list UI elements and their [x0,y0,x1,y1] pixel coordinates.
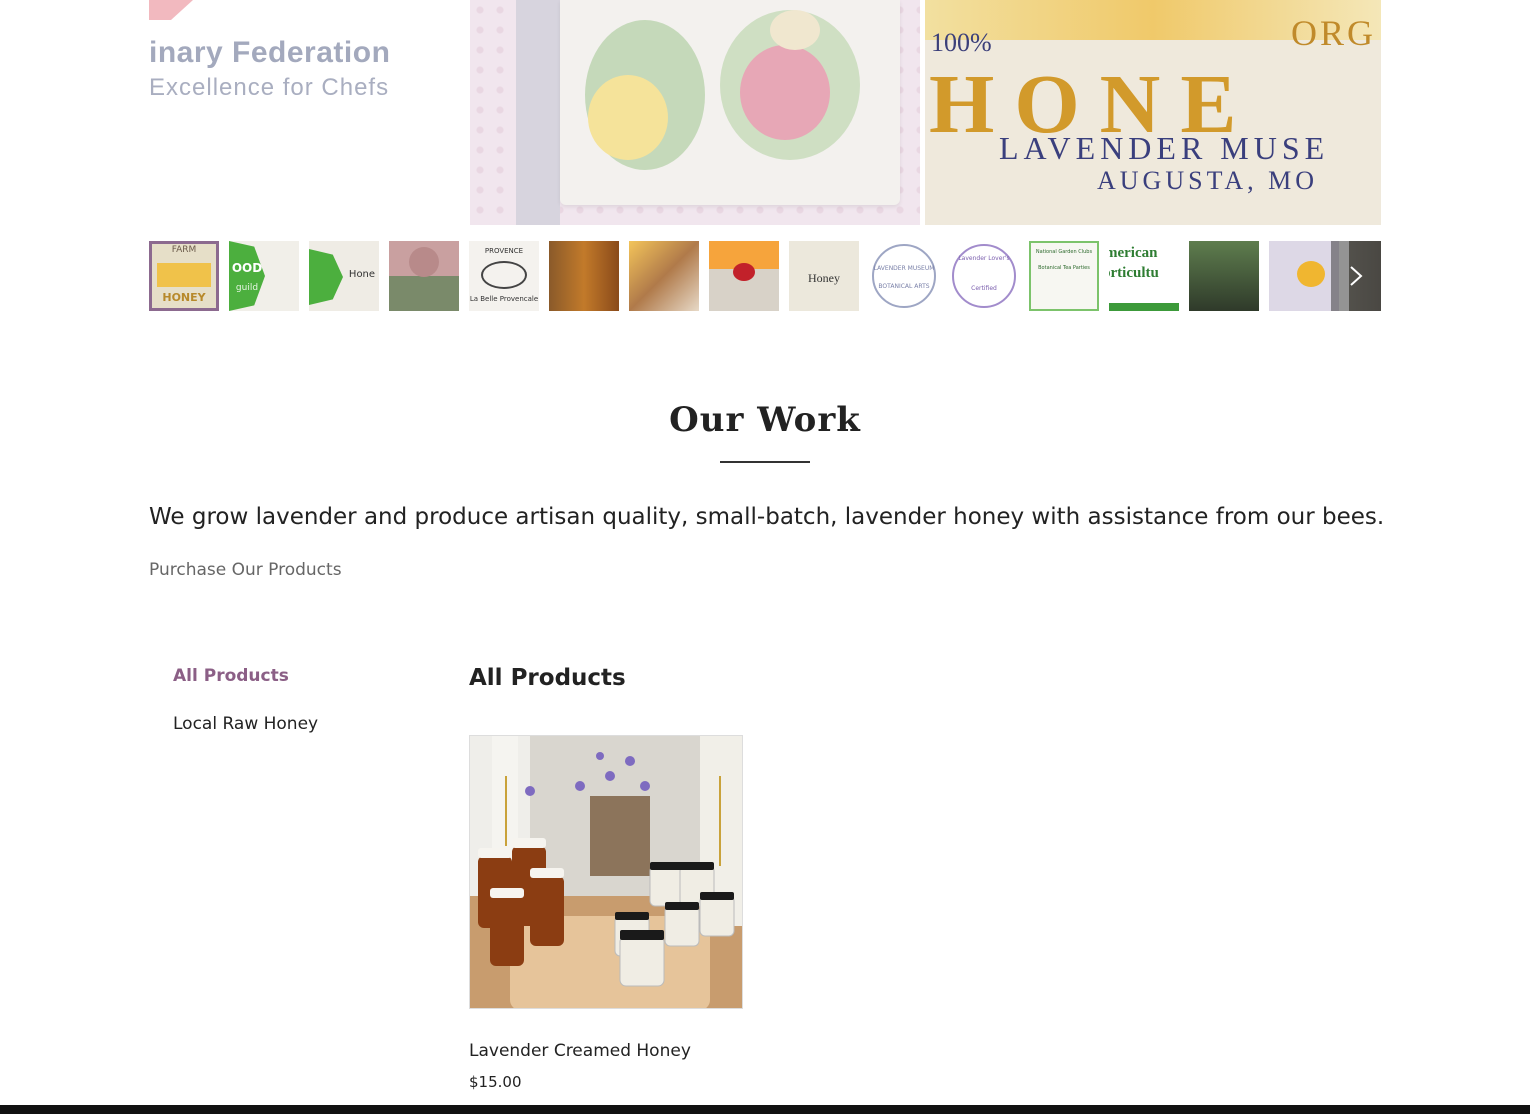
plate-flower-white [770,10,820,50]
thumbnail-next-button[interactable] [1331,241,1381,311]
plate-band [516,0,560,225]
thumbnail-label: Honey [808,271,840,285]
thumbnail-label: merican [1109,245,1158,261]
product-name[interactable]: Lavender Creamed Honey [469,1041,691,1061]
thumbnail-sub: Botanical Tea Parties [1038,265,1090,271]
thumbnail-label: Lavender Lover's [958,255,1010,262]
hero-slideshow: inary Federation Excellence for Chefs 10… [149,0,1381,225]
label-city: AUGUSTA, MO [1097,166,1319,195]
thumbnail-sub: guild [235,283,259,293]
thumbnail-13[interactable]: merican orticultu [1109,241,1179,311]
thumbnail-label: LAVENDER MUSEUM [873,265,935,272]
thumbnail-label: Hone [348,269,376,280]
logo-line-1: inary Federation [149,36,391,69]
thumbnail-10[interactable]: LAVENDER MUSEUM BOTANICAL ARTS [869,241,939,311]
lavender-lovers-seal-icon [952,244,1016,308]
thumbnail-label: PROVENCE [484,247,524,255]
product-price: $15.00 [469,1073,522,1091]
thumbnail-graphic [157,263,211,287]
thumbnail-sub: HONEY [162,291,206,304]
thumbnail-label: National Garden Clubs [1035,249,1093,255]
thumbnail-graphic [1109,303,1179,311]
thumbnail-sub: orticultu [1109,265,1159,281]
thumbnail-sub: La Belle Provencale [469,295,539,303]
label-organic: ORG [1291,13,1377,53]
thumbnail-graphic [409,247,439,277]
thumbnail-label: FARM [171,245,197,255]
thumbnail-11[interactable]: Lavender Lover's Certified [949,241,1019,311]
thumbnail-7[interactable] [629,241,699,311]
title-divider [720,461,810,463]
section-title: Our Work [669,400,861,440]
label-percent: 100% [931,28,992,57]
logo-ribbon [149,0,193,20]
category-local-raw-honey[interactable]: Local Raw Honey [173,714,318,734]
thumbnail-5[interactable]: PROVENCE La Belle Provencale [469,241,539,311]
thumbnail-4[interactable] [389,241,459,311]
product-image[interactable] [469,735,743,1009]
thumbnail-strip: FARM HONEY OOD guild Hone PROVENCE La Be… [149,241,1381,311]
thumbnail-9[interactable]: Honey [789,241,859,311]
thumbnail-1[interactable]: FARM HONEY [149,241,219,311]
label-museum: LAVENDER MUSE [999,130,1330,166]
thumbnail-sub: BOTANICAL ARTS [878,283,930,290]
store-heading: All Products [469,665,626,691]
thumbnail-graphic [309,249,343,305]
thumbnail-graphic [1297,261,1325,287]
logo-line-2: Excellence for Chefs [149,74,390,101]
thumbnail-label: OOD [231,261,263,275]
plate-flower-yellow [588,75,668,160]
slide-flower-plate-photo [470,0,920,225]
thumbnail-3[interactable]: Hone [309,241,379,311]
lavender-museum-seal-icon [872,244,936,308]
thumbnail-graphic [733,263,755,281]
section-lead: We grow lavender and produce artisan qua… [149,504,1385,530]
footer-bar [0,1105,1530,1114]
category-all-products[interactable]: All Products [173,666,289,686]
thumbnail-15[interactable] [1269,241,1339,311]
thumbnail-8[interactable] [709,241,779,311]
bicycle-icon [481,261,527,289]
chevron-right-icon [1350,266,1363,286]
thumbnail-2[interactable]: OOD guild [229,241,299,311]
plate-flower-red [740,45,830,140]
thumbnail-12[interactable]: National Garden Clubs Botanical Tea Part… [1029,241,1099,311]
thumbnail-graphic [229,241,265,311]
slide-culinary-federation-logo: inary Federation Excellence for Chefs [149,0,465,225]
purchase-products-link[interactable]: Purchase Our Products [149,560,342,580]
slide-honey-label-photo: 100% ORG HONE LAVENDER MUSE AUGUSTA, MO [925,0,1381,225]
thumbnail-14[interactable] [1189,241,1259,311]
thumbnail-sub: Certified [971,285,997,292]
honey-jars-photo [470,736,742,1008]
thumbnail-6[interactable] [549,241,619,311]
